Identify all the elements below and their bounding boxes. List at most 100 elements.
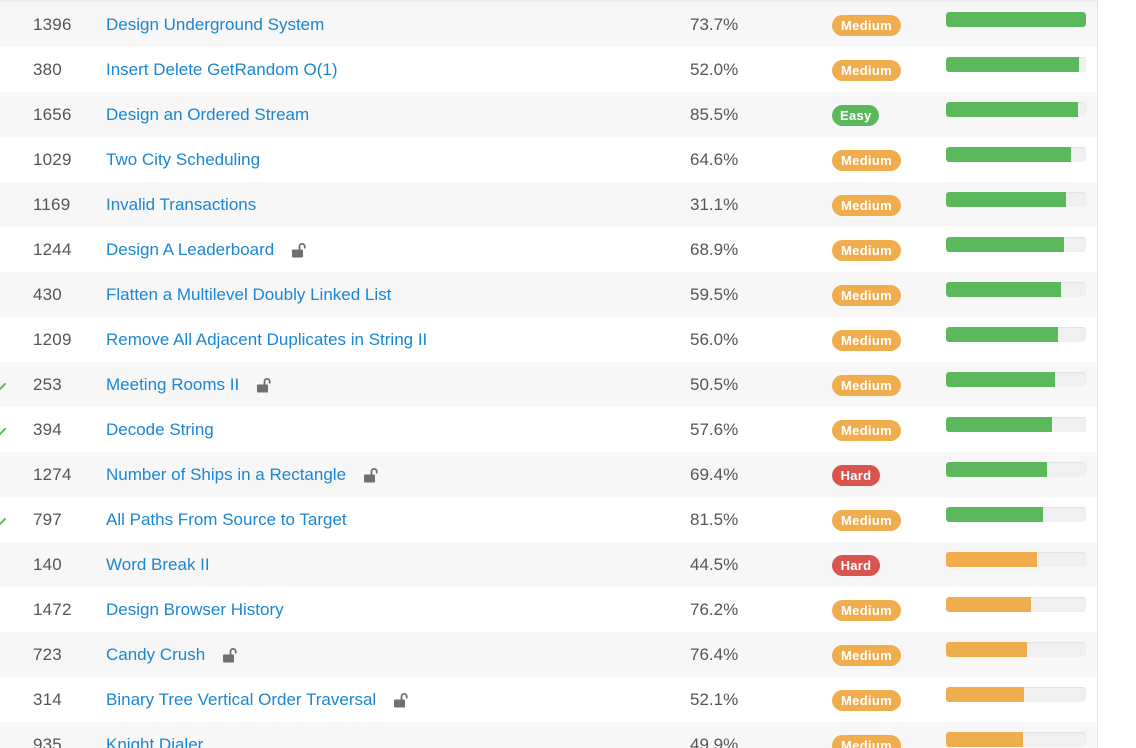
frequency-bar bbox=[946, 597, 1086, 612]
frequency-bar bbox=[946, 687, 1086, 702]
frequency-bar bbox=[946, 732, 1086, 747]
frequency-bar-fill bbox=[946, 552, 1037, 567]
difficulty-badge: Medium bbox=[832, 645, 901, 666]
acceptance-rate: 85.5% bbox=[690, 105, 739, 124]
difficulty-badge: Hard bbox=[832, 555, 880, 576]
difficulty-badge: Medium bbox=[832, 420, 901, 441]
acceptance-rate: 31.1% bbox=[690, 195, 739, 214]
problem-number: 314 bbox=[33, 690, 62, 709]
table-row: 935 Knight Dialer 49.9% Medium bbox=[0, 722, 1097, 748]
problem-title-link[interactable]: Design Underground System bbox=[106, 15, 324, 35]
frequency-bar-fill bbox=[946, 597, 1032, 612]
frequency-bar bbox=[946, 12, 1086, 27]
frequency-bar bbox=[946, 372, 1086, 387]
frequency-bar bbox=[946, 507, 1086, 522]
problem-title-link[interactable]: Decode String bbox=[106, 420, 214, 440]
problem-title-link[interactable]: Insert Delete GetRandom O(1) bbox=[106, 60, 337, 80]
problem-title-cell: Design an Ordered Stream bbox=[106, 105, 309, 125]
problem-title-link[interactable]: Design Browser History bbox=[106, 600, 284, 620]
problem-title-cell: Design A Leaderboard bbox=[106, 240, 307, 260]
problem-title-cell: Word Break II bbox=[106, 555, 210, 575]
frequency-bar bbox=[946, 57, 1086, 72]
acceptance-rate: 56.0% bbox=[690, 330, 739, 349]
table-row: 380 Insert Delete GetRandom O(1) 52.0% Medi… bbox=[0, 47, 1097, 92]
frequency-bar bbox=[946, 282, 1086, 297]
problem-title-cell: Binary Tree Vertical Order Traversal bbox=[106, 690, 409, 710]
lock-icon bbox=[361, 466, 379, 484]
difficulty-badge: Medium bbox=[832, 690, 901, 711]
acceptance-rate: 68.9% bbox=[690, 240, 739, 259]
acceptance-rate: 50.5% bbox=[690, 375, 739, 394]
frequency-bar-fill bbox=[946, 57, 1079, 72]
difficulty-badge: Medium bbox=[832, 510, 901, 531]
problem-title-link[interactable]: Word Break II bbox=[106, 555, 210, 575]
difficulty-badge: Medium bbox=[832, 240, 901, 261]
problem-title-link[interactable]: Design A Leaderboard bbox=[106, 240, 274, 260]
problem-title-link[interactable]: All Paths From Source to Target bbox=[106, 510, 347, 530]
problem-title-cell: Number of Ships in a Rectangle bbox=[106, 465, 379, 485]
problem-number: 1029 bbox=[33, 150, 72, 169]
problem-title-link[interactable]: Flatten a Multilevel Doubly Linked List bbox=[106, 285, 391, 305]
acceptance-rate: 52.1% bbox=[690, 690, 739, 709]
difficulty-badge: Medium bbox=[832, 600, 901, 621]
acceptance-rate: 64.6% bbox=[690, 150, 739, 169]
problem-title-cell: Flatten a Multilevel Doubly Linked List bbox=[106, 285, 391, 305]
frequency-bar bbox=[946, 327, 1086, 342]
problem-title-link[interactable]: Number of Ships in a Rectangle bbox=[106, 465, 346, 485]
frequency-bar-fill bbox=[946, 102, 1078, 117]
problem-title-link[interactable]: Meeting Rooms II bbox=[106, 375, 239, 395]
lock-icon bbox=[220, 646, 238, 664]
problem-title-link[interactable]: Invalid Transactions bbox=[106, 195, 256, 215]
table-row: 394 Decode String 57.6% Medium bbox=[0, 407, 1097, 452]
frequency-bar bbox=[946, 192, 1086, 207]
frequency-bar-fill bbox=[946, 147, 1071, 162]
problem-title-cell: Design Browser History bbox=[106, 600, 284, 620]
table-row: 797 All Paths From Source to Target 81.5% M… bbox=[0, 497, 1097, 542]
problem-title-link[interactable]: Binary Tree Vertical Order Traversal bbox=[106, 690, 376, 710]
lock-icon bbox=[289, 241, 307, 259]
frequency-bar bbox=[946, 552, 1086, 567]
acceptance-rate: 49.9% bbox=[690, 735, 739, 748]
frequency-bar-fill bbox=[946, 417, 1053, 432]
frequency-bar-fill bbox=[946, 462, 1047, 477]
problem-title-cell: Candy Crush bbox=[106, 645, 238, 665]
frequency-bar-fill bbox=[946, 327, 1058, 342]
problem-number: 394 bbox=[33, 420, 62, 439]
problem-number: 797 bbox=[33, 510, 62, 529]
acceptance-rate: 73.7% bbox=[690, 15, 739, 34]
problem-number: 1244 bbox=[33, 240, 72, 259]
problem-number: 935 bbox=[33, 735, 62, 748]
problem-title-cell: Two City Scheduling bbox=[106, 150, 260, 170]
difficulty-badge: Medium bbox=[832, 60, 901, 81]
problem-title-cell: Remove All Adjacent Duplicates in String… bbox=[106, 330, 427, 350]
problem-title-link[interactable]: Candy Crush bbox=[106, 645, 205, 665]
table-row: 1274 Number of Ships in a Rectangle 69.4% H… bbox=[0, 452, 1097, 497]
table-row: 1656 Design an Ordered Stream 85.5% Easy bbox=[0, 92, 1097, 137]
acceptance-rate: 44.5% bbox=[690, 555, 739, 574]
table-row: 430 Flatten a Multilevel Doubly Linked Li… bbox=[0, 272, 1097, 317]
problem-title-link[interactable]: Remove All Adjacent Duplicates in String… bbox=[106, 330, 427, 350]
frequency-bar-fill bbox=[946, 12, 1086, 27]
problem-number: 253 bbox=[33, 375, 62, 394]
problem-title-cell: Insert Delete GetRandom O(1) bbox=[106, 60, 337, 80]
table-row: 1029 Two City Scheduling 64.6% Medium bbox=[0, 137, 1097, 182]
problem-title-link[interactable]: Knight Dialer bbox=[106, 735, 203, 748]
problem-title-link[interactable]: Design an Ordered Stream bbox=[106, 105, 309, 125]
frequency-bar-fill bbox=[946, 732, 1023, 747]
acceptance-rate: 76.2% bbox=[690, 600, 739, 619]
table-row: 1472 Design Browser History 76.2% Medium bbox=[0, 587, 1097, 632]
difficulty-badge: Medium bbox=[832, 195, 901, 216]
difficulty-badge: Medium bbox=[832, 285, 901, 306]
problem-title-cell: All Paths From Source to Target bbox=[106, 510, 347, 530]
acceptance-rate: 59.5% bbox=[690, 285, 739, 304]
difficulty-badge: Medium bbox=[832, 15, 901, 36]
problem-title-link[interactable]: Two City Scheduling bbox=[106, 150, 260, 170]
problem-number: 140 bbox=[33, 555, 62, 574]
problem-title-cell: Knight Dialer bbox=[106, 735, 203, 748]
table-row: 1169 Invalid Transactions 31.1% Medium bbox=[0, 182, 1097, 227]
frequency-bar bbox=[946, 237, 1086, 252]
table-row: 314 Binary Tree Vertical Order Traversal 5… bbox=[0, 677, 1097, 722]
table-row: 253 Meeting Rooms II 50.5% Medium bbox=[0, 362, 1097, 407]
acceptance-rate: 52.0% bbox=[690, 60, 739, 79]
difficulty-badge: Hard bbox=[832, 465, 880, 486]
